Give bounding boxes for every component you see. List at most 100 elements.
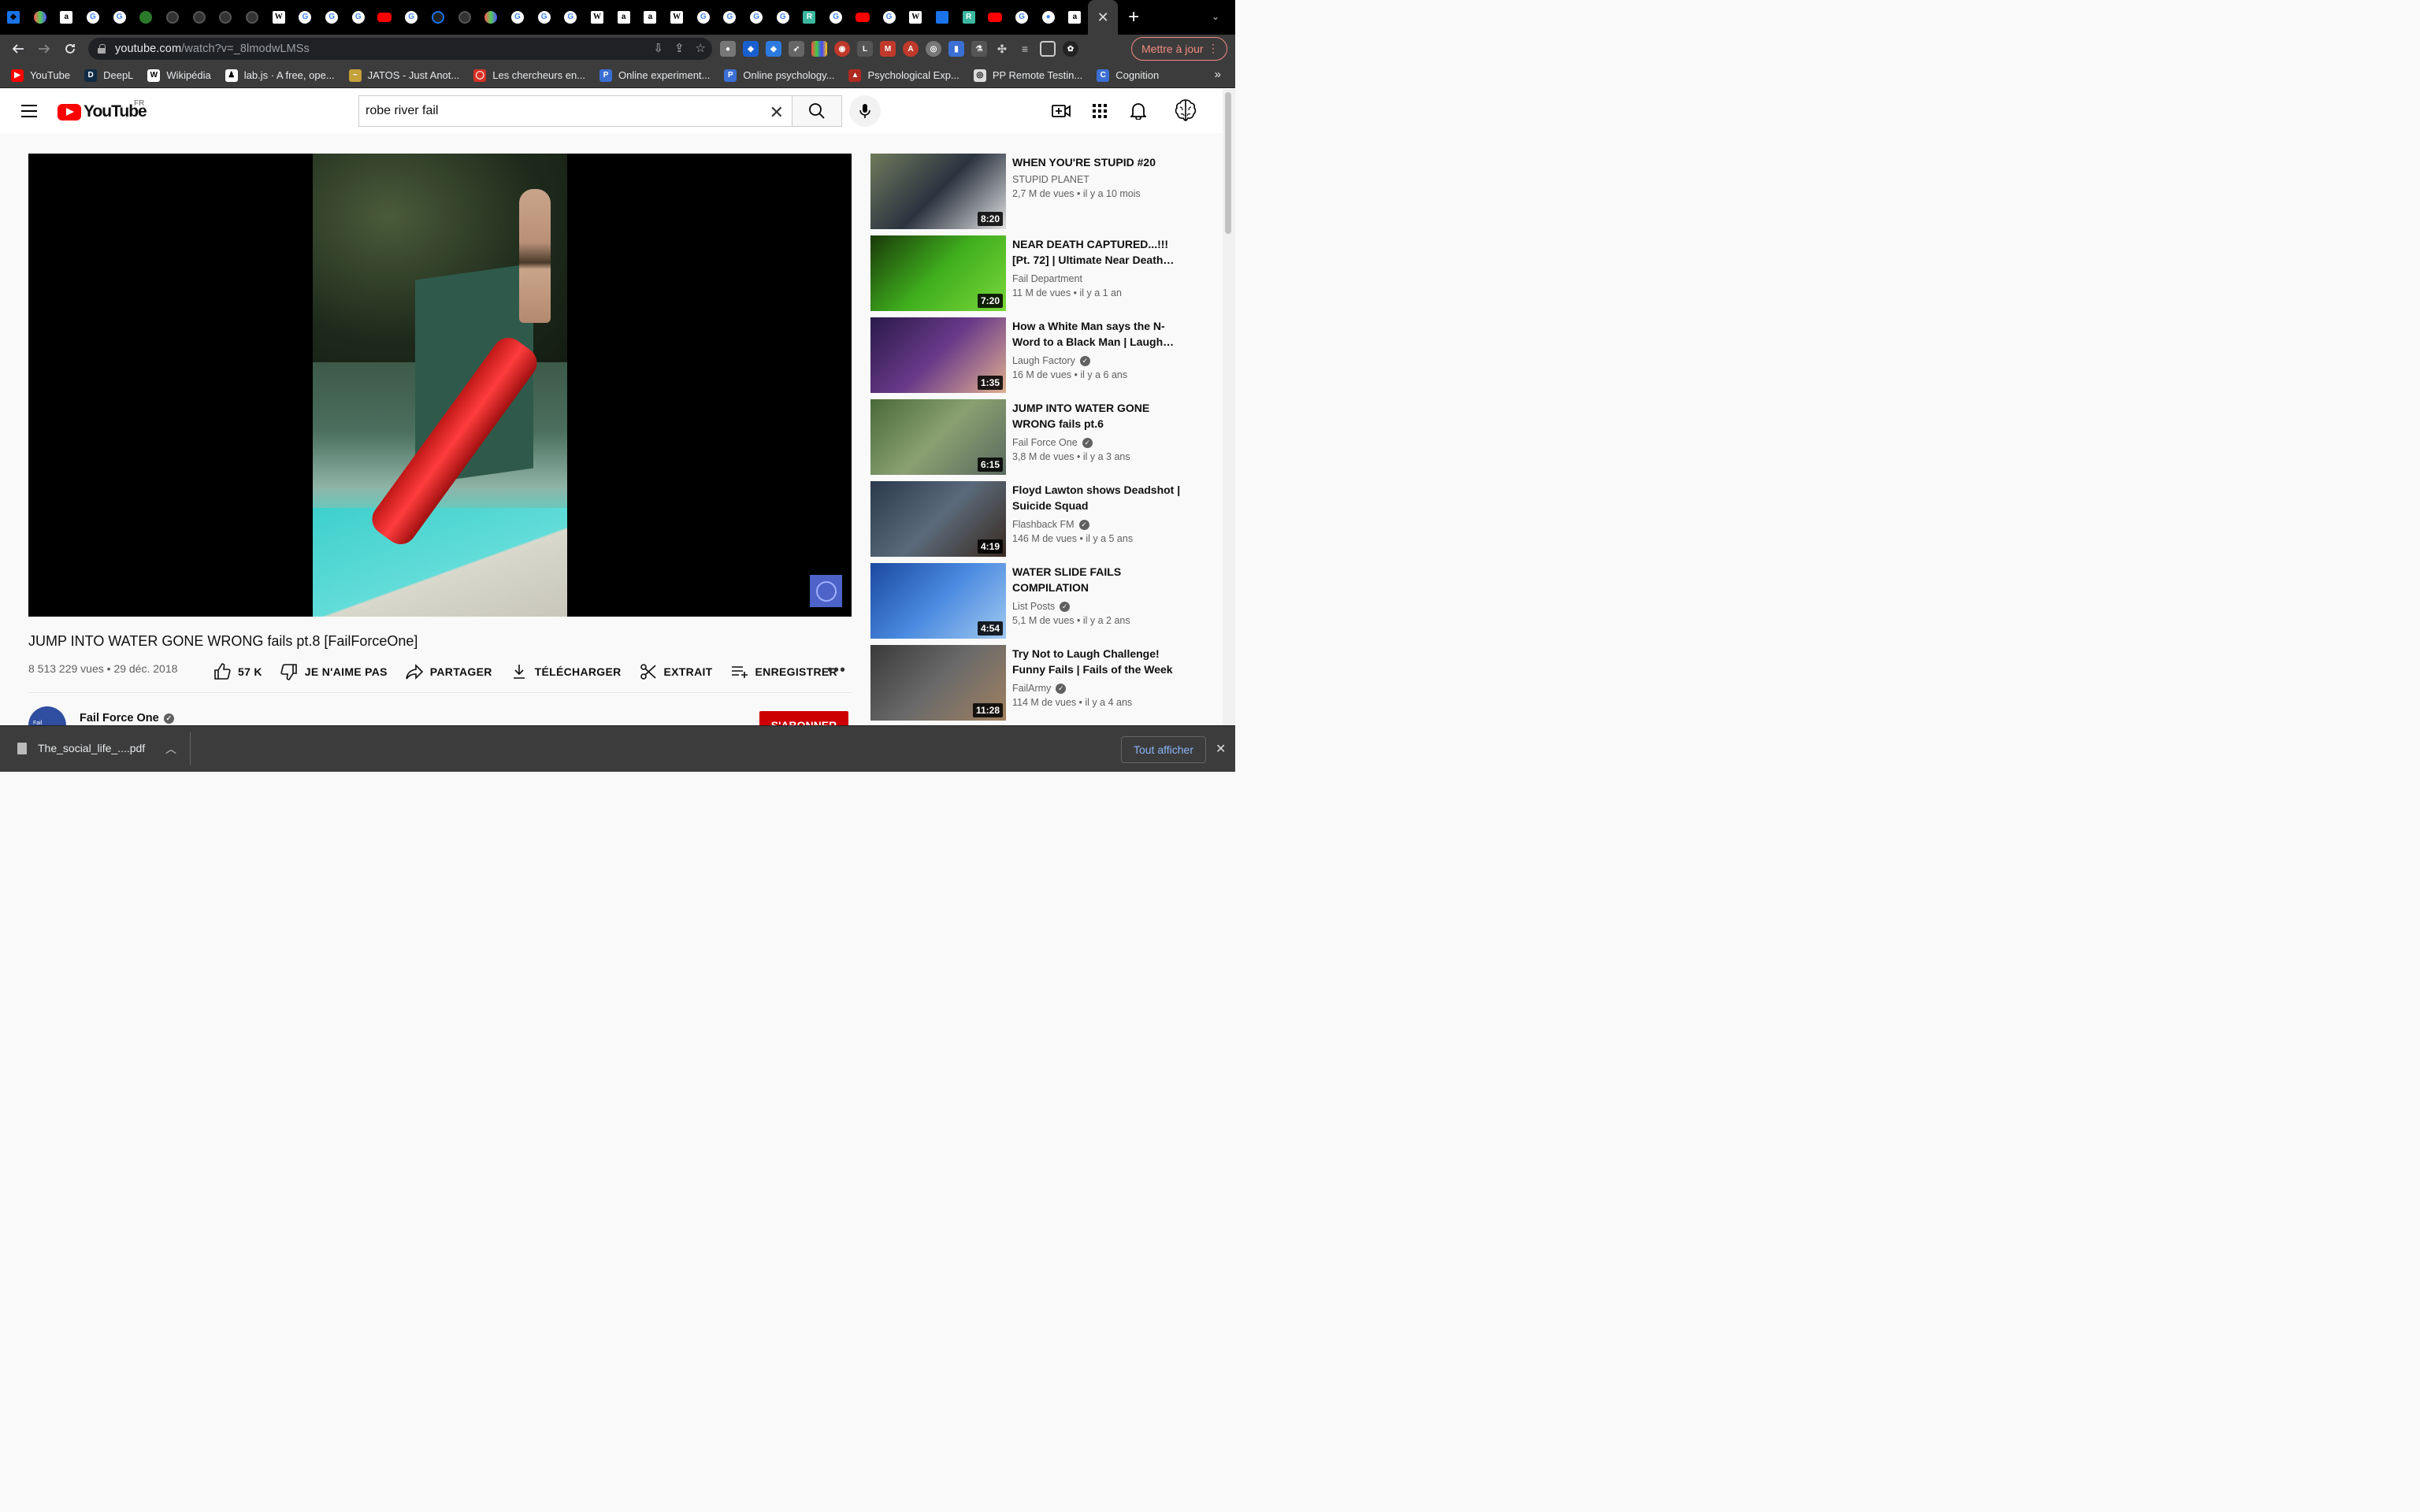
bookmark-star-icon[interactable]: ☆: [696, 41, 706, 55]
dislike-button[interactable]: JE N'AIME PAS: [280, 662, 388, 681]
browser-tab[interactable]: [451, 0, 478, 35]
bookmark-item[interactable]: W Wikipédia: [147, 69, 211, 82]
browser-tab[interactable]: W: [584, 0, 611, 35]
browser-tab[interactable]: G: [557, 0, 584, 35]
bookmark-item[interactable]: ▶ YouTube: [11, 69, 70, 82]
related-video-item[interactable]: 11:28 Try Not to Laugh Challenge! Funny F…: [870, 645, 1186, 721]
tab-search-icon[interactable]: ⌄: [1212, 11, 1219, 22]
related-channel-name[interactable]: STUPID PLANET: [1012, 174, 1089, 185]
channel-watermark-icon[interactable]: [810, 575, 842, 607]
extension-book-icon[interactable]: ▮: [948, 41, 964, 57]
forward-button[interactable]: [31, 35, 57, 63]
lock-icon[interactable]: [98, 44, 106, 54]
chevron-up-icon[interactable]: ︿: [165, 741, 176, 757]
save-to-playlist-button[interactable]: ENREGISTRER: [730, 662, 837, 681]
close-tab-icon[interactable]: ✕: [1097, 9, 1109, 26]
download-item[interactable]: The_social_life_....pdf: [17, 742, 145, 754]
browser-tab[interactable]: [239, 0, 265, 35]
related-video-title[interactable]: WHEN YOU'RE STUPID #20: [1012, 154, 1182, 170]
browser-tab[interactable]: a: [637, 0, 664, 35]
browser-tab[interactable]: ◆: [0, 0, 27, 35]
voice-search-button[interactable]: [849, 95, 881, 127]
related-video-title[interactable]: JUMP INTO WATER GONE WRONG fails pt.6 [F…: [1012, 400, 1182, 432]
youtube-logo[interactable]: YouTube: [58, 102, 147, 121]
related-channel-name[interactable]: Fail Department: [1012, 273, 1082, 284]
extension-palette-icon[interactable]: [811, 41, 827, 57]
video-thumbnail[interactable]: 7:20: [870, 235, 1006, 311]
search-button[interactable]: [792, 95, 842, 127]
video-thumbnail[interactable]: 6:15: [870, 399, 1006, 475]
related-video-title[interactable]: Floyd Lawton shows Deadshot | Suicide Sq…: [1012, 482, 1182, 513]
apps-button[interactable]: [1090, 102, 1109, 120]
share-icon[interactable]: ⇪: [674, 41, 685, 55]
install-app-icon[interactable]: ⇩: [653, 41, 663, 55]
bookmark-item[interactable]: D DeepL: [84, 69, 133, 82]
browser-tab[interactable]: [213, 0, 239, 35]
browser-tab[interactable]: G: [743, 0, 770, 35]
channel-name[interactable]: Fail Force One ✓: [80, 712, 174, 724]
browser-tab[interactable]: W: [902, 0, 929, 35]
browser-tab[interactable]: G: [345, 0, 372, 35]
video-thumbnail[interactable]: 4:19: [870, 481, 1006, 557]
related-video-item[interactable]: 1:35 How a White Man says the N-Word to a…: [870, 317, 1186, 393]
account-avatar[interactable]: [1172, 97, 1199, 124]
video-player[interactable]: [28, 154, 852, 617]
extension-eye-icon[interactable]: ◉: [834, 41, 850, 57]
related-channel-name[interactable]: Laugh Factory ✓: [1012, 355, 1090, 366]
extension-search-icon[interactable]: ◎: [926, 41, 941, 57]
related-video-item[interactable]: 4:19 Floyd Lawton shows Deadshot | Suicid…: [870, 481, 1186, 557]
profile-avatar-icon[interactable]: ✿: [1063, 41, 1078, 57]
bookmark-item[interactable]: ~ JATOS - Just Anot...: [348, 69, 459, 82]
browser-tab[interactable]: [372, 0, 399, 35]
extension-lab-icon[interactable]: ⚗: [971, 41, 987, 57]
show-all-downloads-button[interactable]: Tout afficher: [1121, 736, 1206, 763]
related-channel-name[interactable]: List Posts ✓: [1012, 601, 1071, 612]
extension-adblock-icon[interactable]: A: [903, 41, 919, 57]
media-queue-icon[interactable]: ≡: [1017, 41, 1033, 57]
address-bar[interactable]: youtube.com/watch?v=_8lmodwLMSs ⇩ ⇪ ☆: [88, 38, 712, 60]
browser-tab[interactable]: G: [80, 0, 106, 35]
bookmark-item[interactable]: P Online psychology...: [724, 69, 834, 82]
browser-tab[interactable]: [159, 0, 186, 35]
extension-diamond-icon[interactable]: ◆: [743, 41, 759, 57]
related-video-title[interactable]: How a White Man says the N-Word to a Bla…: [1012, 318, 1182, 350]
browser-tab[interactable]: W: [663, 0, 690, 35]
browser-tab[interactable]: G: [504, 0, 531, 35]
bookmark-item[interactable]: ▲ Psychological Exp...: [848, 69, 959, 82]
browser-tab[interactable]: a: [1062, 0, 1089, 35]
video-thumbnail[interactable]: 11:28: [870, 645, 1006, 721]
bookmark-item[interactable]: ◎ PP Remote Testin...: [973, 69, 1082, 82]
like-button[interactable]: 57 K: [213, 662, 262, 681]
active-tab[interactable]: ✕: [1088, 0, 1119, 35]
back-button[interactable]: [5, 35, 31, 63]
clear-search-icon[interactable]: ✕: [770, 102, 784, 123]
related-video-item[interactable]: 7:20 NEAR DEATH CAPTURED...!!! [Pt. 72] |…: [870, 235, 1186, 311]
related-channel-name[interactable]: Fail Force One ✓: [1012, 437, 1093, 448]
browser-tab[interactable]: W: [265, 0, 292, 35]
browser-tab[interactable]: [982, 0, 1008, 35]
page-scrollbar[interactable]: [1223, 89, 1235, 725]
side-panel-icon[interactable]: [1040, 41, 1056, 57]
bookmark-item[interactable]: P Online experiment...: [599, 69, 710, 82]
extension-mendeley-icon[interactable]: M: [880, 41, 896, 57]
notifications-button[interactable]: [1129, 102, 1148, 120]
related-video-title[interactable]: Try Not to Laugh Challenge! Funny Fails …: [1012, 646, 1182, 677]
video-thumbnail[interactable]: 1:35: [870, 317, 1006, 393]
extensions-puzzle-icon[interactable]: ✣: [994, 41, 1010, 57]
browser-tab[interactable]: a: [611, 0, 637, 35]
browser-tab[interactable]: [425, 0, 451, 35]
browser-tab[interactable]: ●: [1035, 0, 1062, 35]
related-video-item[interactable]: 6:15 JUMP INTO WATER GONE WRONG fails pt.…: [870, 399, 1186, 475]
bookmark-item[interactable]: ◯ Les chercheurs en...: [473, 69, 585, 82]
related-video-title[interactable]: NEAR DEATH CAPTURED...!!! [Pt. 72] | Ult…: [1012, 236, 1182, 268]
search-input[interactable]: robe river fail ✕: [358, 95, 792, 127]
browser-tab[interactable]: G: [876, 0, 903, 35]
browser-tab[interactable]: G: [717, 0, 744, 35]
bookmark-item[interactable]: C Cognition: [1097, 69, 1159, 82]
menu-icon[interactable]: [21, 105, 37, 117]
browser-tab[interactable]: [27, 0, 54, 35]
related-channel-name[interactable]: FailArmy ✓: [1012, 683, 1067, 694]
browser-tab[interactable]: G: [770, 0, 796, 35]
browser-tab[interactable]: G: [531, 0, 558, 35]
browser-tab[interactable]: [186, 0, 213, 35]
